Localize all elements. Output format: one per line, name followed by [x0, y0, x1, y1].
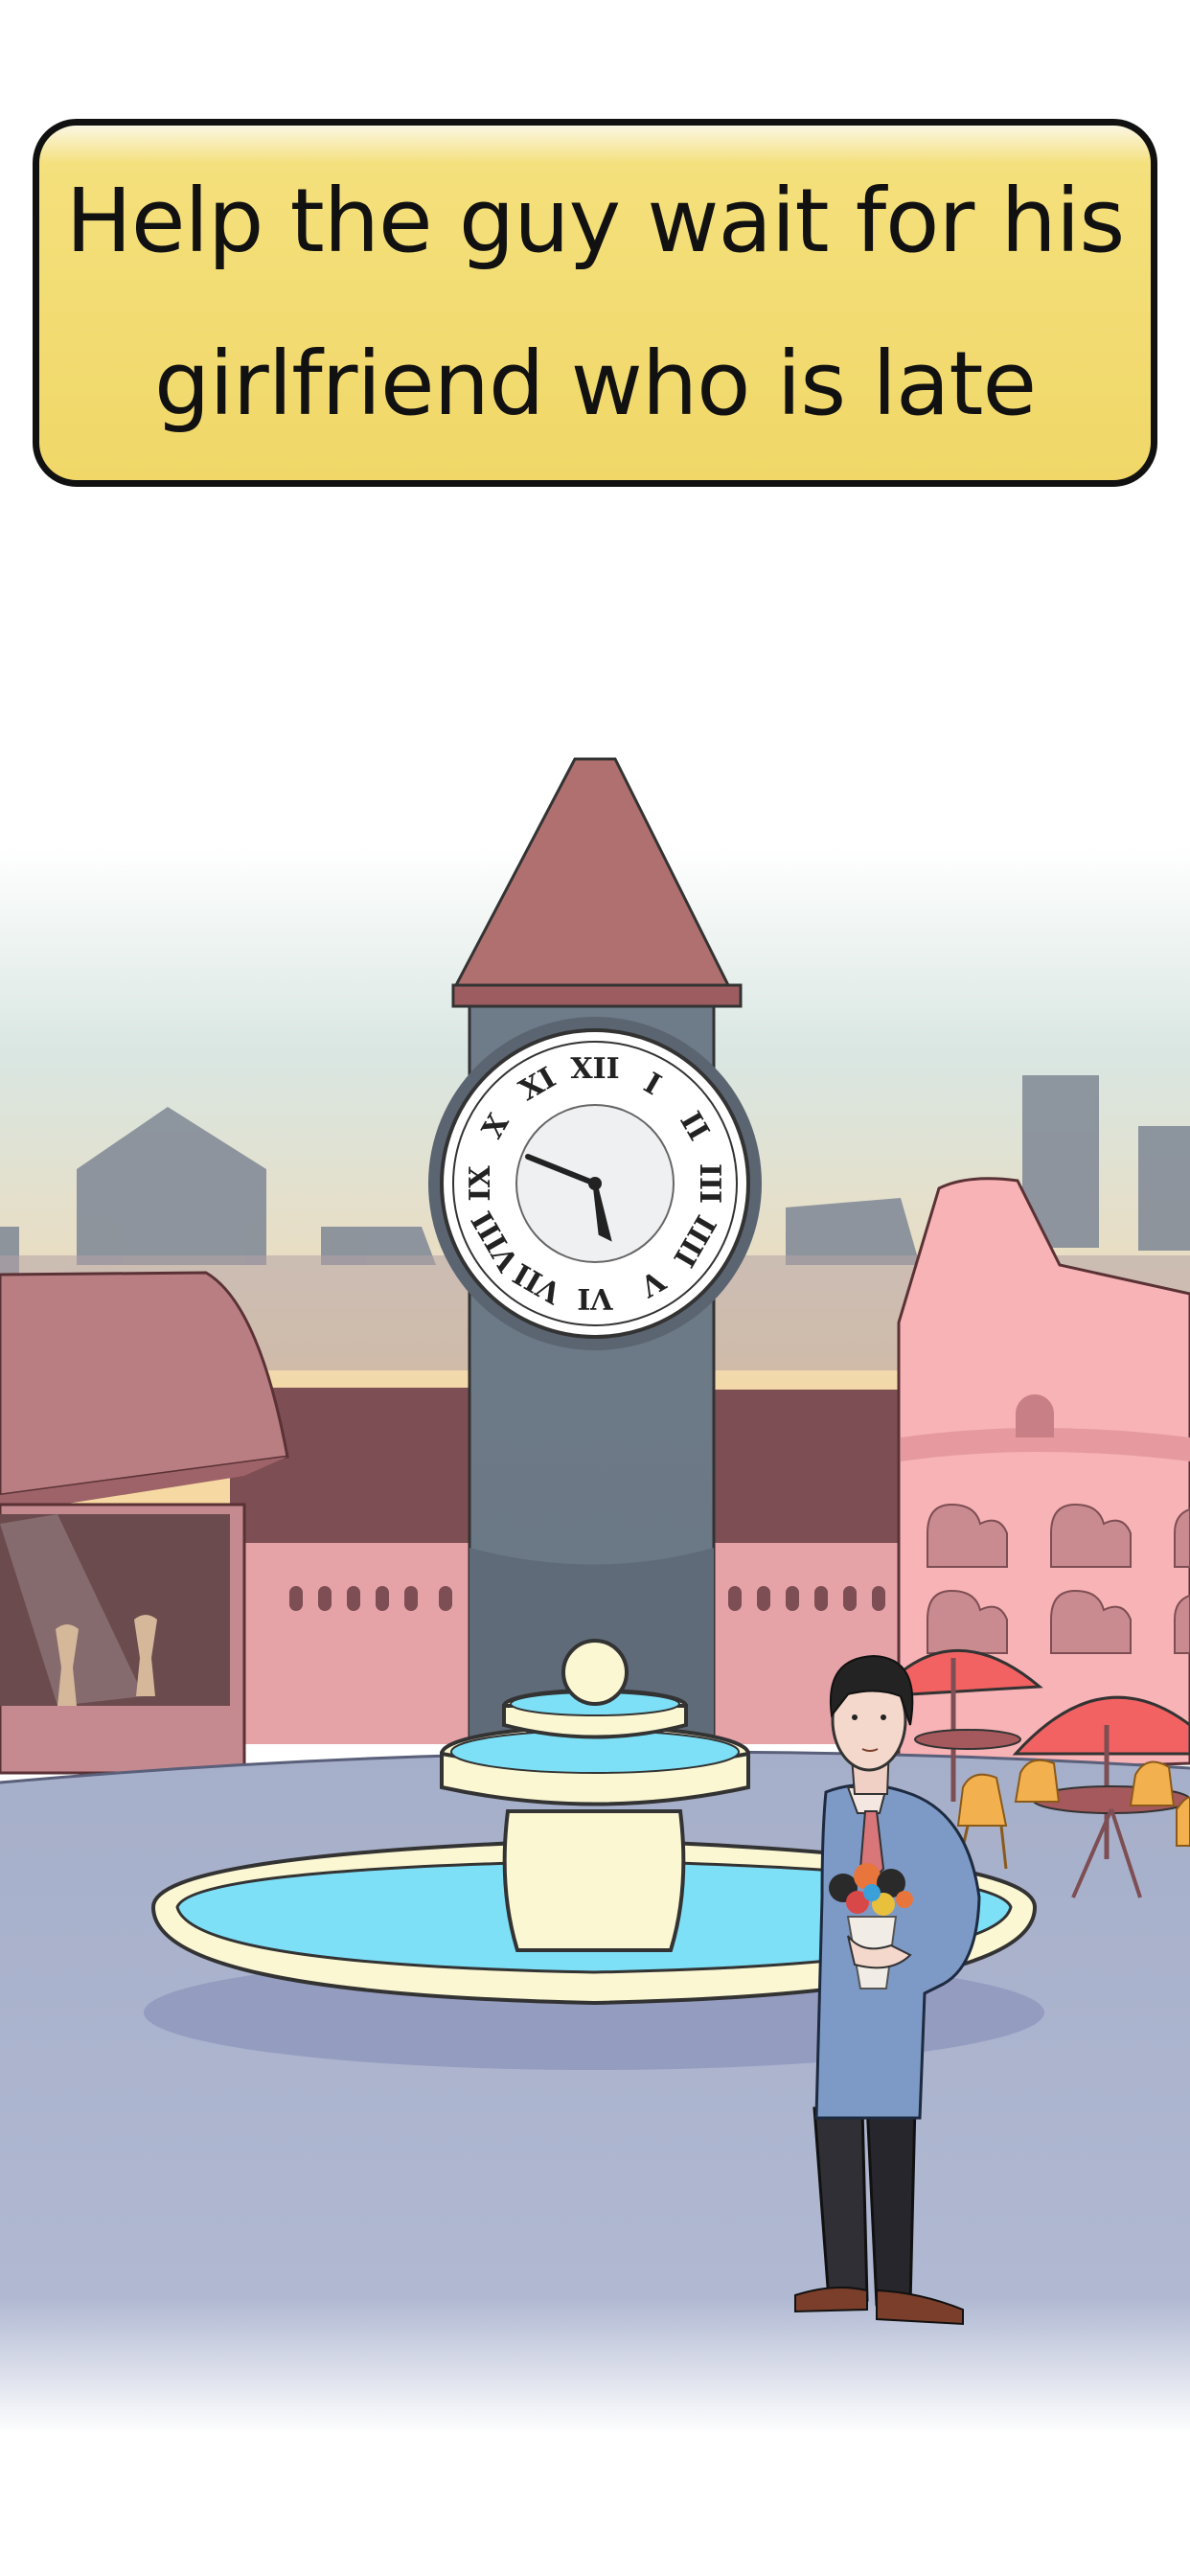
- guy-left-shoe: [794, 2287, 868, 2313]
- clock-numeral: III: [693, 1163, 726, 1204]
- game-scene: XII I II III IIII V VI VII VIII IX X XI: [0, 594, 1190, 2434]
- hint-banner: Help the guy wait for his girlfriend who…: [33, 119, 1157, 487]
- left-shop: [0, 1271, 289, 1775]
- clock-numeral: XII: [570, 1052, 619, 1086]
- scene-canvas: XII IIIIIIIIIIVVIVIIVIIIIXXXI: [0, 594, 1190, 2434]
- clock-face: XII IIIIIIIIIIVVIVIIVIIIIXXXI: [428, 1017, 762, 1350]
- clock-numeral: IX: [464, 1165, 497, 1202]
- hint-text: Help the guy wait for his girlfriend who…: [65, 170, 1126, 435]
- clock-numeral: VI: [577, 1281, 613, 1315]
